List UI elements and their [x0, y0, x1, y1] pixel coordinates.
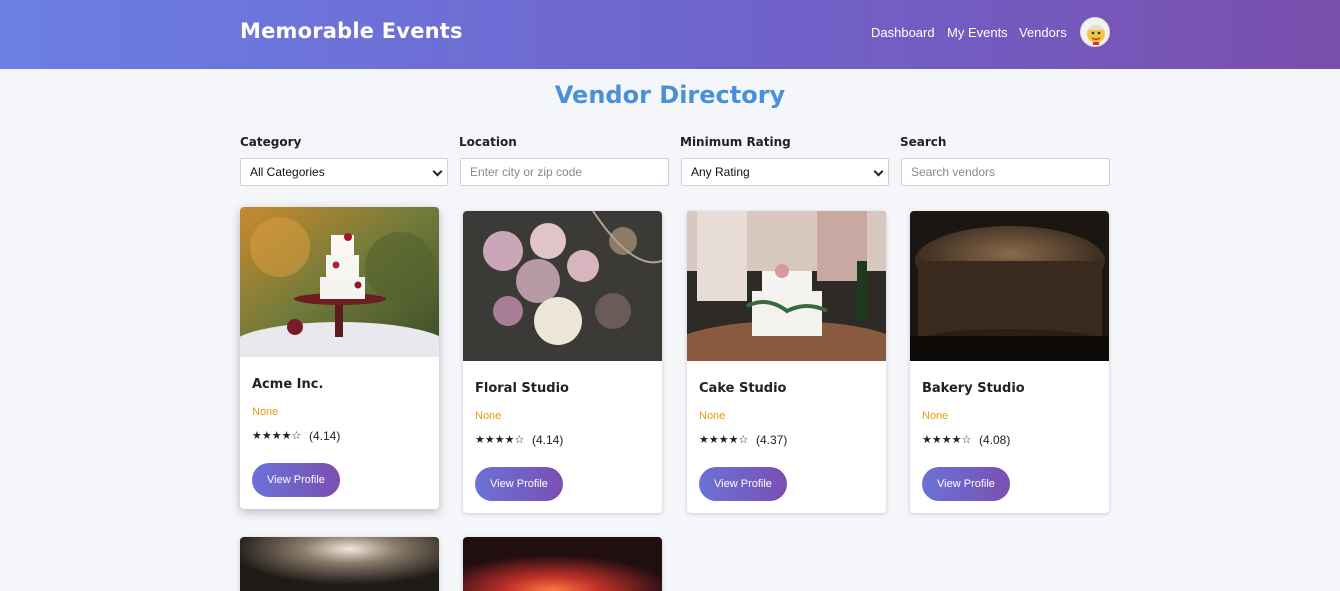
location-placeholder: Enter city or zip code: [470, 165, 583, 179]
chevron-down-icon: [432, 166, 443, 177]
vendor-card[interactable]: [240, 537, 439, 591]
fire-glow-photo: [463, 537, 662, 591]
vendor-card[interactable]: [463, 537, 662, 591]
view-profile-button[interactable]: View Profile: [475, 467, 563, 501]
wedding-cake-photo: [240, 207, 439, 357]
search-placeholder: Search vendors: [911, 165, 996, 179]
category-select-value: All Categories: [250, 165, 325, 179]
flower-bouquet-photo: [463, 211, 662, 361]
category-label: Category: [240, 135, 302, 149]
view-profile-button[interactable]: View Profile: [922, 467, 1010, 501]
nav-vendors[interactable]: Vendors: [1019, 25, 1067, 40]
vendor-rating: (4.14): [309, 429, 341, 443]
vendor-rating: (4.08): [979, 433, 1011, 447]
search-input[interactable]: Search vendors: [901, 158, 1110, 186]
cake-cutting-photo: [687, 211, 886, 361]
location-label: Location: [459, 135, 517, 149]
vendor-category: None: [252, 406, 279, 418]
vendor-category: None: [475, 410, 502, 422]
brand-logo[interactable]: Memorable Events: [240, 19, 463, 43]
rating-label: Minimum Rating: [680, 135, 791, 149]
vendor-card[interactable]: Floral Studio None ★★★★☆ (4.14) View Pro…: [463, 211, 662, 513]
vendor-category: None: [699, 410, 726, 422]
chevron-down-icon: [873, 166, 884, 177]
baked-cake-photo: [910, 211, 1109, 361]
vendor-name: Cake Studio: [699, 381, 787, 396]
rating-select-value: Any Rating: [691, 165, 750, 179]
user-avatar-icon[interactable]: [1080, 17, 1110, 47]
vendor-card[interactable]: Bakery Studio None ★★★★☆ (4.08) View Pro…: [910, 211, 1109, 513]
page-title: Vendor Directory: [554, 81, 786, 109]
star-rating-icon: ★★★★☆: [699, 434, 749, 446]
vendor-card[interactable]: Cake Studio None ★★★★☆ (4.37) View Profi…: [687, 211, 886, 513]
rating-select[interactable]: Any Rating: [681, 158, 889, 186]
vendor-category: None: [922, 410, 949, 422]
nav-dashboard[interactable]: Dashboard: [871, 25, 935, 40]
vendor-rating: (4.37): [756, 433, 788, 447]
search-label: Search: [900, 135, 947, 149]
view-profile-button[interactable]: View Profile: [699, 467, 787, 501]
dim-candle-photo: [240, 537, 439, 591]
star-rating-icon: ★★★★☆: [252, 430, 302, 442]
location-input[interactable]: Enter city or zip code: [460, 158, 669, 186]
category-select[interactable]: All Categories: [240, 158, 448, 186]
star-rating-icon: ★★★★☆: [922, 434, 972, 446]
vendor-name: Bakery Studio: [922, 381, 1025, 396]
nav-my-events[interactable]: My Events: [947, 25, 1008, 40]
vendor-name: Floral Studio: [475, 381, 569, 396]
view-profile-button[interactable]: View Profile: [252, 463, 340, 497]
top-navbar: Memorable Events Dashboard My Events Ven…: [0, 0, 1340, 69]
vendor-name: Acme Inc.: [252, 377, 324, 392]
star-rating-icon: ★★★★☆: [475, 434, 525, 446]
vendor-rating: (4.14): [532, 433, 564, 447]
vendor-card[interactable]: Acme Inc. None ★★★★☆ (4.14) View Profile: [240, 207, 439, 509]
